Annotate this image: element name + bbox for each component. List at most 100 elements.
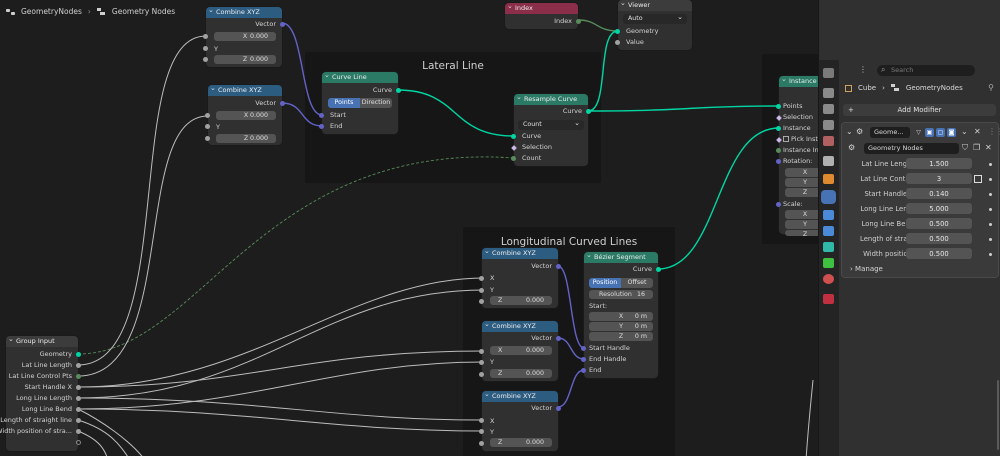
node-header[interactable]: Viewer [618,0,692,11]
vector-socket[interactable] [556,336,561,341]
node-curve-line[interactable]: Curve Line Curve Points Direction Start … [319,72,401,134]
node-combine-xyz[interactable]: Combine XYZ Vector X0.000 Y Z0.000 [203,7,285,67]
start-x-field[interactable]: X0 m [589,312,653,321]
value-field[interactable]: 0.500 [906,248,972,259]
x-socket[interactable] [479,349,484,354]
node-tree-browse-icon[interactable]: ⚙ [848,143,855,152]
dropdown-chevron-icon[interactable]: ⌄ [961,127,968,136]
add-modifier-button[interactable]: + Add Modifier [843,104,996,116]
close-icon[interactable]: ✕ [974,127,981,136]
properties-editor[interactable]: ⚒ ⋮ Search Cube › GeometryNodes ⚲ + Add … [818,0,1000,456]
vector-socket[interactable] [280,22,285,27]
modifier-tab-icon[interactable] [823,192,834,202]
node-header[interactable]: Curve Line [322,72,398,83]
view-layer-tab-icon[interactable] [823,120,834,130]
keyframe-dot-icon[interactable] [989,238,992,241]
node-header[interactable]: Index [505,3,578,14]
value-field[interactable]: 0.500 [906,233,972,244]
node-combine-xyz[interactable]: Combine XYZ Vector X0.000 Y Z0.000 [479,321,561,381]
scale-y-field[interactable]: Y [785,220,818,229]
render-tab-icon[interactable] [823,88,834,98]
geometry-socket[interactable] [76,352,81,357]
mode-dropdown[interactable]: Count [518,118,584,130]
y-socket[interactable] [479,429,484,434]
start-z-field[interactable]: Z0 m [589,332,653,341]
z-socket[interactable] [479,372,484,377]
edit-mode-toggle-icon[interactable]: ▽ [914,128,923,137]
index-socket[interactable] [576,19,581,24]
node-group-input[interactable]: Group Input Geometry Lat Line Length Lat… [0,336,81,451]
mode-direction[interactable]: Direction [360,98,392,108]
rotation-y-field[interactable]: Y [785,178,818,187]
mode-position[interactable]: Position [589,278,621,288]
node-header[interactable]: Combine XYZ [482,248,558,259]
node-combine-xyz[interactable]: Combine XYZ Vector X0.000 Y Z0.000 [205,85,285,145]
breadcrumb-tree[interactable]: GeometryNodes [21,7,82,16]
fake-user-shield-icon[interactable]: ⛉ [962,143,968,153]
node-bezier-segment[interactable]: Bézier Segment Curve Position Offset Res… [581,252,661,378]
width-position-socket[interactable] [76,429,81,434]
object-tab-icon[interactable] [823,174,834,184]
pin-icon[interactable]: ⚲ [988,83,994,92]
value-field[interactable]: 0.140 [906,188,972,199]
keyframe-dot-icon[interactable] [989,163,992,166]
y-socket[interactable] [479,288,484,293]
constraints-tab-icon[interactable] [823,242,834,252]
rotation-z-field[interactable]: Z [785,188,818,197]
modifier-name-field[interactable]: Geome... [870,127,910,138]
value-field[interactable]: 3 [906,173,972,184]
keyframe-dot-icon[interactable] [989,208,992,211]
pick-instance-label[interactable]: Pick Insta [783,134,818,144]
z-field[interactable]: Z 0.000 [216,134,276,143]
start-y-field[interactable]: Y0 m [589,322,653,331]
z-field[interactable]: Z 0.000 [490,369,552,378]
node-header[interactable]: Group Input [6,336,78,347]
expand-chevron-icon[interactable]: ⌄ [846,127,853,136]
mode-points[interactable]: Points [328,98,360,108]
value-field[interactable]: 1.500 [906,158,972,169]
node-instance-on-points[interactable]: Instance Points Selection Instance Pick … [776,76,818,236]
z-socket[interactable] [203,57,208,62]
lat-line-length-socket[interactable] [76,363,81,368]
geometry-socket[interactable] [615,29,620,34]
unlink-close-icon[interactable]: ✕ [985,143,992,152]
value-field[interactable]: 5.000 [906,203,972,214]
rotation-socket[interactable] [776,159,781,164]
mode-offset[interactable]: Offset [621,278,653,288]
scrollbar[interactable] [997,380,999,450]
data-tab-icon[interactable] [823,258,834,268]
x-socket[interactable] [205,113,210,118]
vector-socket[interactable] [556,406,561,411]
scale-x-field[interactable]: X [785,210,818,219]
scene-tab-icon[interactable] [823,136,834,146]
keyframe-dot-icon[interactable] [989,178,992,181]
z-field[interactable]: Z 0.000 [490,438,552,447]
node-index[interactable]: Index Index [505,3,581,29]
keyframe-dot-icon[interactable] [989,253,992,256]
particles-tab-icon[interactable] [823,210,834,220]
curve-out-socket[interactable] [586,109,591,114]
length-of-straight-line-socket[interactable] [76,418,81,423]
duplicate-icon[interactable]: ❐ [973,143,980,152]
rotation-x-field[interactable]: X [785,168,818,177]
node-header[interactable]: Bézier Segment [584,252,658,263]
end-socket[interactable] [581,368,586,373]
curve-socket[interactable] [656,267,661,272]
tool-tab-icon[interactable] [823,68,834,78]
x-field[interactable]: X 0.000 [214,32,276,41]
z-socket[interactable] [479,299,484,304]
node-combine-xyz[interactable]: Combine XYZ Vector X Y Z0.000 [479,391,561,451]
output-tab-icon[interactable] [823,104,834,114]
render-toggle-icon[interactable]: ◙ [947,128,956,137]
properties-search-input[interactable]: Search [877,65,975,76]
node-viewer[interactable]: Viewer Auto Geometry Value [615,0,692,50]
start-handle-x-socket[interactable] [76,385,81,390]
scale-z-field[interactable]: Z [785,230,818,236]
modifier-panel[interactable]: ⌄ ⚙ Geome... ▽ ▣ ▢ ◙ ⌄ ✕ ⋮⋮ ⚙ Geometry N… [841,122,1000,278]
domain-dropdown[interactable]: Auto [623,12,687,24]
keyframe-dot-icon[interactable] [989,223,992,226]
long-line-bend-socket[interactable] [76,407,81,412]
z-field[interactable]: Z 0.000 [214,55,276,64]
start-handle-socket[interactable] [581,346,586,351]
physics-tab-icon[interactable] [823,226,834,236]
